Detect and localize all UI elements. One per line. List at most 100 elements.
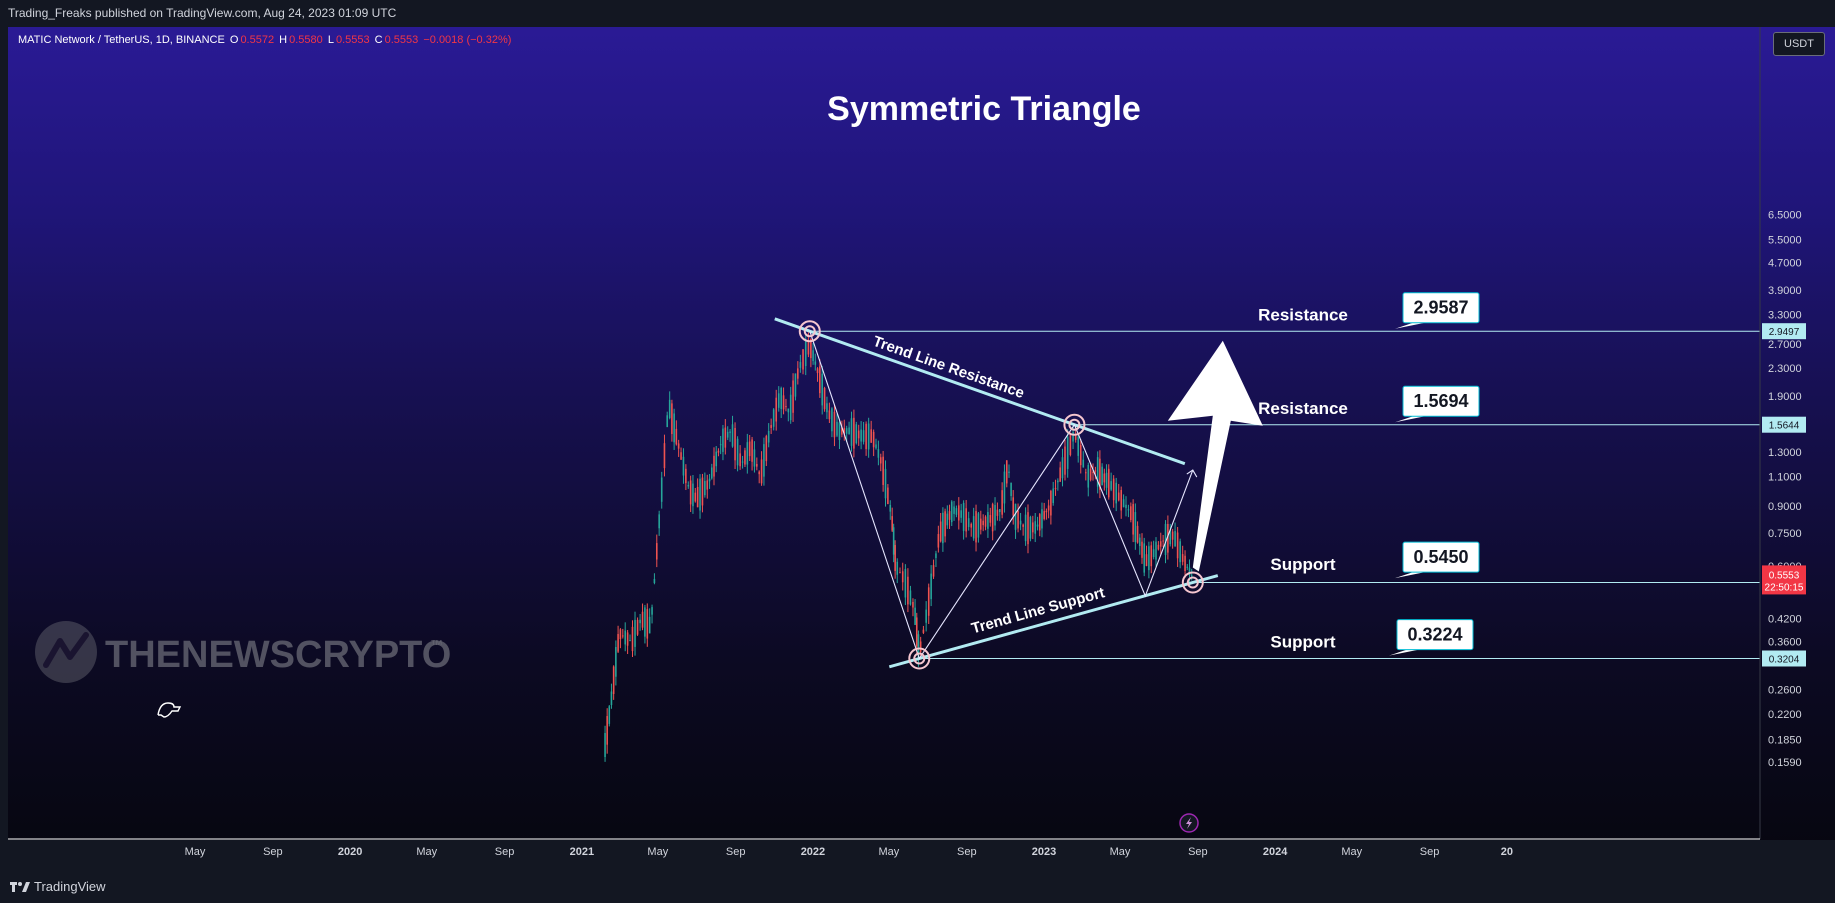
- publish-info: Trading_Freaks published on TradingView.…: [0, 0, 1835, 27]
- candle-body: [629, 640, 631, 642]
- x-tick-label: 2021: [570, 846, 594, 858]
- candle-body: [1041, 509, 1043, 529]
- candle-body: [677, 443, 680, 449]
- candle-body: [857, 430, 860, 439]
- candle-body: [860, 429, 862, 442]
- candle-body: [787, 408, 790, 413]
- candle-body: [1087, 464, 1090, 488]
- candle-body: [706, 480, 709, 490]
- x-tick-label: Sep: [263, 846, 283, 858]
- y-tick-label: 0.2200: [1768, 709, 1802, 721]
- candle-body: [848, 427, 850, 435]
- y-tick-label: 0.3600: [1768, 636, 1802, 648]
- trend-lines: Trend Line ResistanceTrend Line Support: [774, 317, 1219, 669]
- candle-body: [901, 571, 904, 583]
- candle-body: [814, 361, 817, 365]
- candle-body: [1138, 537, 1141, 547]
- candle-body: [804, 341, 807, 367]
- candle-body: [937, 534, 940, 548]
- price-axis: 6.5000 5.5000 4.7000 3.9000 3.3000 2.7000 2.30…: [1759, 27, 1806, 839]
- candle-body: [975, 511, 977, 543]
- candle-body: [831, 408, 833, 432]
- callout-pointer: [1395, 572, 1425, 579]
- candle-body: [734, 427, 736, 461]
- candle-body: [1141, 541, 1143, 558]
- tradingview-logo[interactable]: TradingView: [10, 879, 106, 894]
- chart-title: Symmetric Triangle: [827, 90, 1141, 128]
- candle-body: [680, 452, 682, 460]
- candle-body: [1022, 524, 1024, 527]
- candle-body: [772, 409, 775, 427]
- candle-body: [619, 629, 622, 640]
- chart-area[interactable]: MATIC Network / TetherUS, 1D, BINANCE O0…: [8, 27, 1835, 870]
- candle-body: [606, 716, 608, 745]
- candle-body: [687, 485, 690, 487]
- candle-body: [1001, 490, 1003, 515]
- candle-body: [1127, 509, 1130, 511]
- x-tick-label: Sep: [726, 846, 746, 858]
- candle-body: [797, 368, 799, 379]
- trend-line-support: [888, 574, 1219, 669]
- y-tick-label: 5.5000: [1768, 234, 1802, 246]
- x-tick-label: Sep: [957, 846, 977, 858]
- candle-body: [932, 565, 935, 577]
- candle-body: [877, 449, 880, 458]
- trend-line-resistance-label: Trend Line Resistance: [871, 333, 1027, 402]
- candle-body: [850, 418, 853, 446]
- candle-body: [862, 430, 865, 442]
- candle-body: [930, 573, 932, 600]
- candle-body: [1012, 497, 1015, 516]
- y-tick-label: 2.7000: [1768, 339, 1802, 351]
- candle-body: [1157, 544, 1160, 550]
- candle-body: [865, 423, 867, 450]
- candle-body: [1110, 481, 1112, 490]
- candle-body: [1125, 504, 1127, 509]
- candle-body: [1136, 525, 1139, 543]
- candle-body: [785, 406, 787, 408]
- candle-body: [899, 572, 901, 574]
- level-annotation: Support 0.3224: [1270, 619, 1474, 656]
- candle-body: [1032, 522, 1034, 533]
- candle-body: [624, 630, 627, 645]
- price-chart[interactable]: THENEWSCRYPTO™ Symmetric Triangle Trend Li…: [8, 27, 1835, 870]
- candle-body: [891, 516, 893, 531]
- x-tick-label: May: [879, 846, 900, 858]
- candle-body: [639, 619, 641, 624]
- x-tick-label: Sep: [495, 846, 515, 858]
- candle-body: [1152, 549, 1155, 558]
- candle-body: [882, 456, 884, 485]
- time-axis: May Sep 2020 May Sep 2021 May Sep 2022 May Sep 2023…: [8, 838, 1835, 870]
- candle-body: [1082, 459, 1085, 468]
- price-mark-label: 1.5644: [1769, 421, 1800, 432]
- candle-body: [914, 607, 916, 625]
- candle-body: [1024, 514, 1027, 542]
- candle-body: [870, 429, 872, 443]
- candle-body: [1059, 467, 1061, 482]
- candle-body: [1159, 541, 1162, 547]
- candle-body: [715, 451, 718, 467]
- candle-body: [1184, 555, 1186, 572]
- candle-body: [867, 423, 870, 450]
- tradingview-label: TradingView: [34, 879, 106, 894]
- candle-body: [1130, 506, 1132, 521]
- level-label: Resistance: [1258, 399, 1348, 418]
- candle-body: [1047, 505, 1050, 511]
- candle-body: [760, 459, 763, 484]
- candle-body: [953, 506, 955, 514]
- candle-body: [794, 373, 797, 397]
- y-tick-label: 0.1590: [1768, 757, 1802, 769]
- candle-body: [1036, 524, 1039, 527]
- x-tick-label: May: [647, 846, 668, 858]
- candle-body: [907, 576, 909, 605]
- candle-body: [1143, 543, 1146, 573]
- candle-body: [807, 340, 810, 355]
- y-tick-label: 1.3000: [1768, 447, 1802, 459]
- candle-body: [939, 521, 942, 542]
- candle-body: [1179, 541, 1181, 563]
- tradingview-icon: [10, 881, 30, 892]
- candle-body: [826, 403, 828, 413]
- callout-pointer: [1389, 649, 1419, 656]
- candle-body: [792, 380, 794, 413]
- candle-body: [758, 471, 760, 475]
- candle-body: [1155, 541, 1157, 560]
